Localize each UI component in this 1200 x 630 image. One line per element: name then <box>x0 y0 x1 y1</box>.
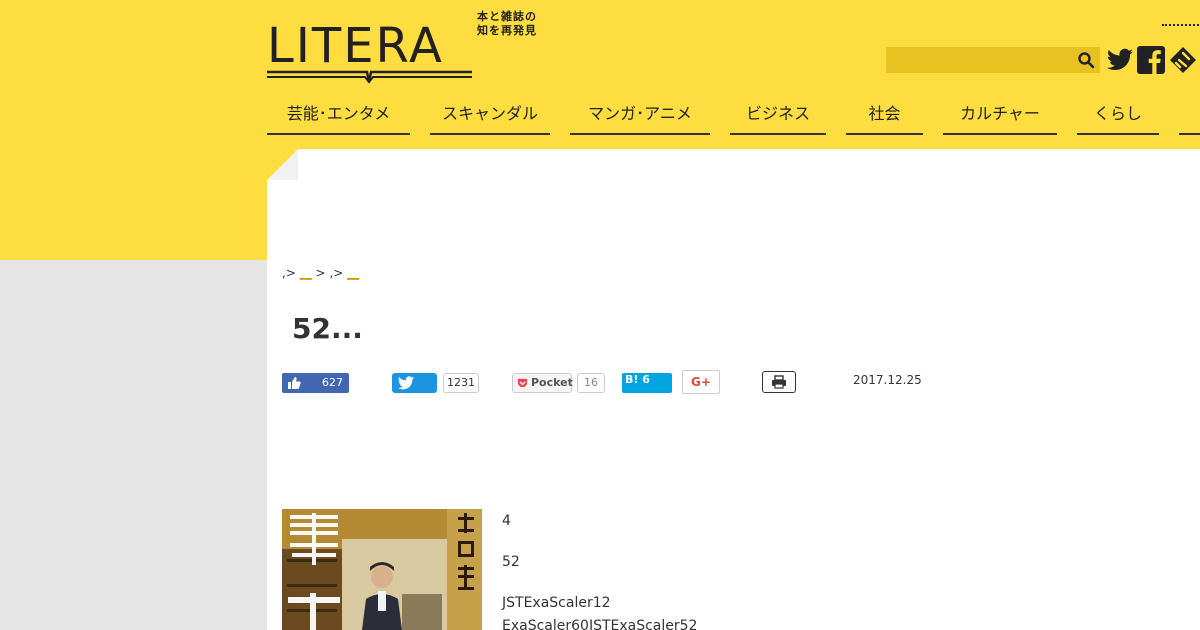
nav-item-scandal[interactable]: スキャンダル <box>430 101 550 135</box>
logo-tagline-line2: 知を再発見 <box>477 24 537 37</box>
thumbs-up-icon <box>288 377 301 389</box>
nav-item-more[interactable] <box>1179 101 1200 135</box>
facebook-icon[interactable] <box>1136 45 1166 75</box>
article-title: 52... <box>292 312 363 345</box>
book-cover-illustration <box>282 509 482 630</box>
article-paragraph: 52 <box>502 554 520 570</box>
google-plus-button[interactable]: G+ <box>682 370 720 394</box>
breadcrumb-link[interactable]: __ <box>300 266 312 280</box>
twitter-icon[interactable] <box>1105 45 1135 75</box>
breadcrumb-link[interactable]: __ <box>347 266 359 280</box>
search-icon[interactable] <box>1077 51 1095 69</box>
menu-dots[interactable] <box>1162 24 1200 26</box>
like-count: 627 <box>322 376 343 389</box>
pocket-count: 16 <box>577 373 605 393</box>
pocket-label: Pocket <box>531 376 573 389</box>
article-date: 2017.12.25 <box>853 373 922 387</box>
article-paragraph: ExaScaler60JSTExaScaler52 <box>502 618 698 630</box>
site-logo[interactable]: LITERA 本と雑誌の 知を再発見 <box>267 10 557 86</box>
pocket-icon <box>517 378 528 388</box>
pocket-button[interactable]: Pocket <box>512 373 573 393</box>
page-corner <box>267 149 298 180</box>
logo-tagline-line1: 本と雑誌の <box>477 10 537 23</box>
twitter-bird-icon <box>398 376 414 390</box>
nav-item-entertainment[interactable]: 芸能･エンタメ <box>267 101 410 135</box>
feedly-icon[interactable] <box>1168 45 1198 75</box>
hatena-bookmark-button[interactable]: B! 6 <box>622 373 672 393</box>
print-button[interactable] <box>762 371 796 393</box>
breadcrumb-arrow: > <box>315 266 326 280</box>
search-box <box>886 47 1100 73</box>
printer-icon <box>772 375 786 389</box>
nav-item-business[interactable]: ビジネス <box>730 101 826 135</box>
breadcrumb-arrow: > <box>285 266 296 280</box>
logo-tagline: 本と雑誌の 知を再発見 <box>477 10 537 38</box>
nav-item-manga-anime[interactable]: マンガ･アニメ <box>570 101 710 135</box>
logo-wordmark: LITERA <box>267 18 444 74</box>
hatena-label: B! 6 <box>625 373 650 386</box>
book-icon <box>267 70 472 84</box>
tweet-button[interactable] <box>392 373 437 393</box>
nav-item-culture[interactable]: カルチャー <box>943 101 1057 135</box>
facebook-like-button[interactable]: 627 <box>282 373 349 393</box>
breadcrumb: ,> __ > ,> __ <box>282 266 359 280</box>
nav-item-society[interactable]: 社会 <box>846 101 923 135</box>
breadcrumb-arrow: > <box>333 266 344 280</box>
search-input[interactable] <box>886 47 1074 73</box>
book-cover-image <box>282 509 482 630</box>
article-paragraph: JSTExaScaler12 <box>502 595 611 611</box>
nav-item-lifestyle[interactable]: くらし <box>1077 101 1159 135</box>
tweet-count: 1231 <box>443 373 479 393</box>
article-paragraph: 4 <box>502 513 511 529</box>
